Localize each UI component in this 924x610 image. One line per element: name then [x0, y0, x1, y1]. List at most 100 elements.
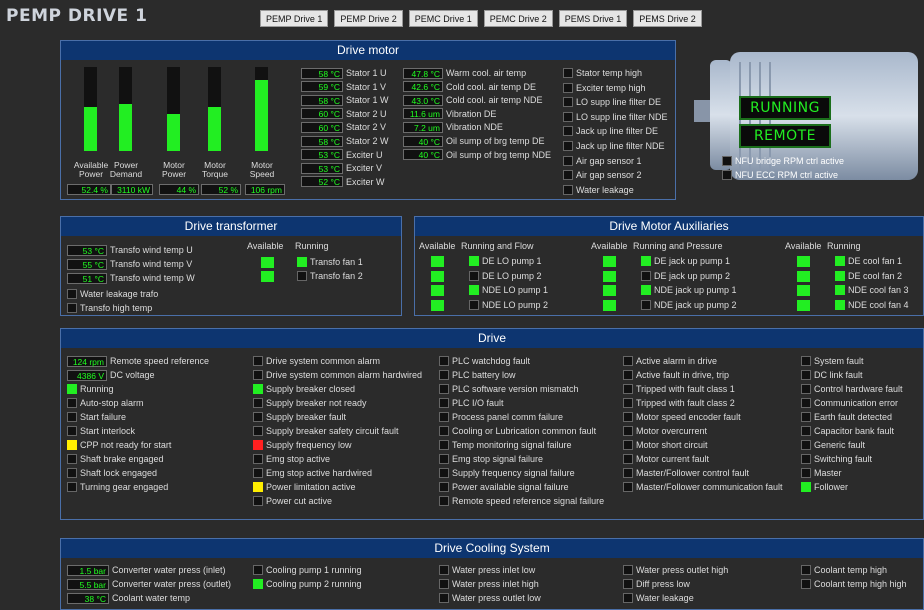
drive-control-hardware-fault-label: Control hardware fault	[814, 384, 903, 394]
drive-master-follower-communication-fault: Master/Follower communication fault	[623, 480, 783, 494]
aux-available-lamp	[603, 256, 616, 267]
drive-cooling-or-lubrication-common-fault-lamp	[439, 426, 449, 436]
aux-col-available: Available	[785, 241, 822, 251]
motor-temp-exciter-v-value: 53 °C	[301, 162, 343, 174]
alarm-lo-supp-line-filter-nde-label: LO supp line filter NDE	[576, 111, 668, 122]
motor-cold-cool-air-temp-de: 42.6 °C Cold cool. air temp DE	[403, 80, 536, 94]
drive-master-label: Master	[814, 468, 842, 478]
aux-available-lamp	[797, 285, 810, 296]
trafo-transfo-wind-temp-w-value: 51 °C	[67, 272, 107, 284]
drive-shaft-lock-engaged-label: Shaft lock engaged	[80, 468, 158, 478]
motor-temp-stator-2-w-label: Stator 2 W	[346, 136, 389, 146]
drive-earth-fault-detected-label: Earth fault detected	[814, 412, 893, 422]
cooling-water-press-outlet-high-label: Water press outlet high	[636, 565, 729, 575]
motor-oil-sump-of-brg-temp-nde: 40 °C Oil sump of brg temp NDE	[403, 148, 551, 162]
drive-emg-stop-active-label: Emg stop active	[266, 454, 331, 464]
motor-vibration-de-label: Vibration DE	[446, 108, 497, 119]
drive-supply-frequency-signal-failure-lamp	[439, 468, 449, 478]
motor-temp-stator-1-v-value: 59 °C	[301, 81, 343, 93]
aux-nde-lo-pump-1: NDE LO pump 1	[469, 283, 548, 297]
motor-temp-exciter-u-value: 53 °C	[301, 149, 343, 161]
aux-available-lamp	[603, 285, 616, 296]
cooling-cooling-pump-2-running-lamp	[253, 579, 263, 589]
drive-power-cut-active: Power cut active	[253, 494, 332, 508]
motor-cold-cool-air-temp-de-value: 42.6 °C	[403, 81, 443, 93]
drive-start-failure: Start failure	[67, 410, 126, 424]
drive-power-available-signal-failure-lamp	[439, 482, 449, 492]
drive-dc-voltage-value: 4386 V	[67, 369, 107, 381]
trafo-fan-2-lamp	[297, 271, 307, 281]
tab-pemc-drive-1[interactable]: PEMC Drive 1	[408, 10, 478, 27]
drive-drive-system-common-alarm-hardwired-label: Drive system common alarm hardwired	[266, 370, 423, 380]
drive-plc-battery-low: PLC battery low	[439, 368, 516, 382]
alarm-air-gap-sensor-2: Air gap sensor 2	[563, 168, 642, 182]
gauge-value: 52 %	[201, 184, 241, 195]
drive-title: Drive	[61, 329, 923, 348]
tab-pemc-drive-2[interactable]: PEMC Drive 2	[483, 10, 553, 27]
aux-nde-cool-fan-4-label: NDE cool fan 4	[848, 299, 909, 310]
motor-vibration-nde-label: Vibration NDE	[446, 122, 503, 133]
drive-supply-frequency-signal-failure: Supply frequency signal failure	[439, 466, 575, 480]
motor-temp-stator-1-u: 58 °C Stator 1 U	[301, 66, 387, 80]
drive-power-available-signal-failure-label: Power available signal failure	[452, 482, 569, 492]
motor-oil-sump-of-brg-temp-nde-value: 40 °C	[403, 149, 443, 161]
alarm-lo-supp-line-filter-nde-lamp	[563, 111, 573, 122]
cooling-coolant-temp-high-high-label: Coolant temp high high	[814, 579, 907, 589]
drive-control-hardware-fault-lamp	[801, 384, 811, 394]
drive-motor-short-circuit-lamp	[623, 440, 633, 450]
cooling-water-press-outlet-low-lamp	[439, 593, 449, 603]
drive-temp-monitoring-signal-failure-label: Temp monitoring signal failure	[452, 440, 572, 450]
drive-follower-label: Follower	[814, 482, 849, 492]
motor-oil-sump-of-brg-temp-de: 40 °C Oil sump of brg temp DE	[403, 134, 545, 148]
drive-master-follower-control-fault-lamp	[623, 468, 633, 478]
motor-temp-stator-1-w-value: 58 °C	[301, 94, 343, 106]
alarm-air-gap-sensor-1: Air gap sensor 1	[563, 154, 642, 168]
cooling-title: Drive Cooling System	[61, 539, 923, 558]
aux-available-lamp	[797, 299, 810, 311]
drive-motor-overcurrent-label: Motor overcurrent	[636, 426, 708, 436]
cooling-coolant-temp-high-high: Coolant temp high high	[801, 577, 907, 591]
drive-tripped-with-fault-class-1-label: Tripped with fault class 1	[636, 384, 735, 394]
alarm-jack-up-line-filter-nde-label: Jack up line filter NDE	[576, 141, 665, 151]
cooling-cooling-pump-1-running-label: Cooling pump 1 running	[266, 565, 362, 575]
motor-cold-cool-air-temp-nde-label: Cold cool. air temp NDE	[446, 95, 543, 106]
fan-available-lamp	[261, 271, 274, 282]
cooling-converter-water-press-inlet-label: Converter water press (inlet)	[112, 565, 226, 575]
tab-pems-drive-2[interactable]: PEMS Drive 2	[633, 10, 702, 27]
drive-drive-system-common-alarm-hardwired: Drive system common alarm hardwired	[253, 368, 422, 382]
drive-emg-stop-active-hardwired-lamp	[253, 468, 263, 478]
motor-temp-exciter-w-label: Exciter W	[346, 176, 385, 187]
drive-tripped-with-fault-class-2: Tripped with fault class 2	[623, 396, 735, 410]
drive-plc-software-version-mismatch-label: PLC software version mismatch	[452, 384, 579, 394]
motor-oil-sump-of-brg-temp-de-value: 40 °C	[403, 135, 443, 147]
gauge-fill	[119, 104, 132, 151]
aux-col-available: Available	[419, 241, 456, 251]
aux-nde-cool-fan-3-label: NDE cool fan 3	[848, 285, 909, 295]
gauge-label: Available Power	[73, 160, 109, 179]
alarm-stator-temp-high-lamp	[563, 68, 573, 78]
drive-drive-system-common-alarm-label: Drive system common alarm	[266, 356, 381, 366]
tab-pemp-drive-2[interactable]: PEMP Drive 2	[334, 10, 403, 27]
gauge-fill	[167, 114, 180, 151]
motor-temp-stator-1-u-label: Stator 1 U	[346, 68, 387, 78]
cooling-water-press-inlet-low-label: Water press inlet low	[452, 565, 536, 575]
cooling-diff-press-low-label: Diff press low	[636, 579, 690, 589]
drive-supply-frequency-signal-failure-label: Supply frequency signal failure	[452, 468, 575, 478]
cooling-converter-water-press-outlet-value: 5.5 bar	[67, 578, 109, 590]
drive-supply-breaker-fault: Supply breaker fault	[253, 410, 346, 424]
drive-control-hardware-fault: Control hardware fault	[801, 382, 903, 396]
aux-available-lamp	[431, 299, 444, 311]
drive-earth-fault-detected: Earth fault detected	[801, 410, 892, 424]
drive-supply-breaker-not-ready: Supply breaker not ready	[253, 396, 367, 410]
aux-nde-jack-up-pump-1-lamp	[641, 285, 651, 295]
alarm-jack-up-line-filter-de-lamp	[563, 126, 573, 137]
cooling-converter-water-press-outlet: 5.5 bar Converter water press (outlet)	[67, 577, 231, 591]
drive-running: Running	[67, 382, 114, 396]
aux-available-lamp	[797, 270, 810, 282]
drive-generic-fault: Generic fault	[801, 438, 865, 452]
drive-plc-software-version-mismatch: PLC software version mismatch	[439, 382, 579, 396]
tab-pems-drive-1[interactable]: PEMS Drive 1	[558, 10, 628, 27]
aux-nde-cool-fan-4-lamp	[835, 299, 845, 310]
drive-system-fault: System fault	[801, 354, 864, 368]
tab-pemp-drive-1[interactable]: PEMP Drive 1	[260, 10, 329, 27]
